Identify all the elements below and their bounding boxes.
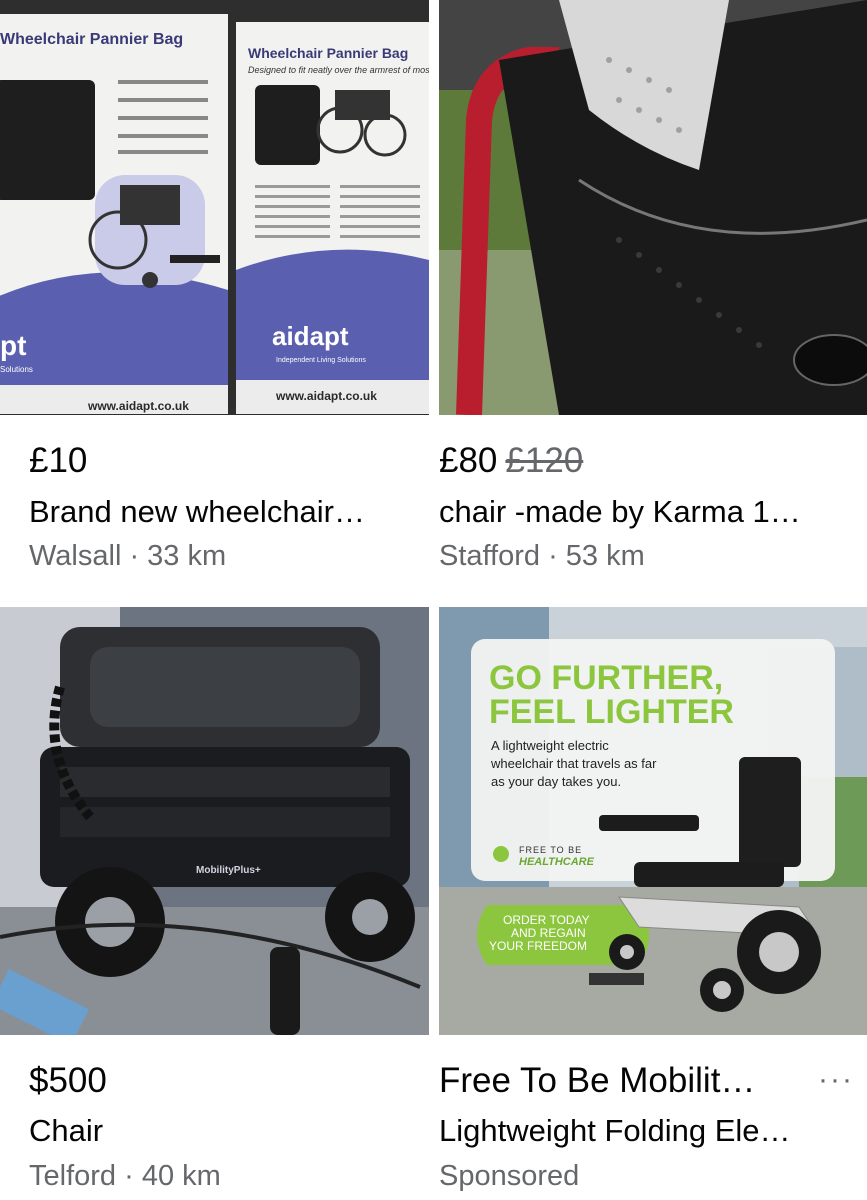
box-partial-brand: pt <box>0 330 26 361</box>
box-brand: aidapt <box>272 321 349 351</box>
ad-body-1: A lightweight electric <box>491 738 609 753</box>
box-url-right: www.aidapt.co.uk <box>275 389 377 403</box>
listing-price-1: £10 <box>29 441 88 480</box>
listing-title-4[interactable]: Lightweight Folding Ele… <box>439 1113 839 1149</box>
ad-logo-icon <box>493 846 509 862</box>
ad-body-2: wheelchair that travels as far <box>490 756 657 771</box>
listing-price-3: $500 <box>29 1061 107 1100</box>
scooter-brand: MobilityPlus+ <box>196 865 261 876</box>
ad-cta-2: AND REGAIN <box>511 926 586 940</box>
listing-location-3: Telford · 40 km <box>29 1160 221 1192</box>
ad-cta-3: YOUR FREEDOM <box>489 939 587 953</box>
listing-image-1[interactable]: Wheelchair Pannier Bag Wheelchair Pannie… <box>0 0 429 415</box>
box-partial-sub: Solutions <box>0 365 33 374</box>
price-current: £80 <box>439 441 498 480</box>
listing-price-2: £80 £120 <box>439 441 583 481</box>
ad-body-3: as your day takes you. <box>491 774 621 789</box>
listing-title-3[interactable]: Chair <box>29 1113 409 1149</box>
price-original: £120 <box>505 441 584 480</box>
ad-headline-2: FEEL LIGHTER <box>489 693 734 731</box>
ad-cta-1: ORDER TODAY <box>503 913 590 927</box>
more-options-icon[interactable]: ··· <box>818 1063 854 1097</box>
ad-headline-1: GO FURTHER, <box>489 659 723 697</box>
box-tagline: Designed to fit neatly over the armrest … <box>248 65 429 75</box>
box-url-left: www.aidapt.co.uk <box>87 399 189 413</box>
listing-title-1[interactable]: Brand new wheelchair… <box>29 494 409 530</box>
box-heading-right: Wheelchair Pannier Bag <box>248 45 408 61</box>
listing-location-2: Stafford · 53 km <box>439 540 645 572</box>
listing-title-2[interactable]: chair -made by Karma 1… <box>439 494 839 530</box>
advertiser-name[interactable]: Free To Be Mobilit… <box>439 1061 755 1101</box>
box-heading-left: Wheelchair Pannier Bag <box>0 31 183 48</box>
listing-image-2[interactable] <box>439 0 867 415</box>
listing-image-3[interactable]: MobilityPlus+ <box>0 607 429 1035</box>
box-brand-sub: Independent Living Solutions <box>276 357 366 364</box>
listing-image-4[interactable]: GO FURTHER, FEEL LIGHTER A lightweight e… <box>439 607 867 1035</box>
ad-logo-line-2: HEALTHCARE <box>519 856 595 868</box>
ad-logo-line-1: FREE TO BE <box>519 845 582 855</box>
sponsored-label: Sponsored <box>439 1160 580 1192</box>
listing-location-1: Walsall · 33 km <box>29 540 227 572</box>
